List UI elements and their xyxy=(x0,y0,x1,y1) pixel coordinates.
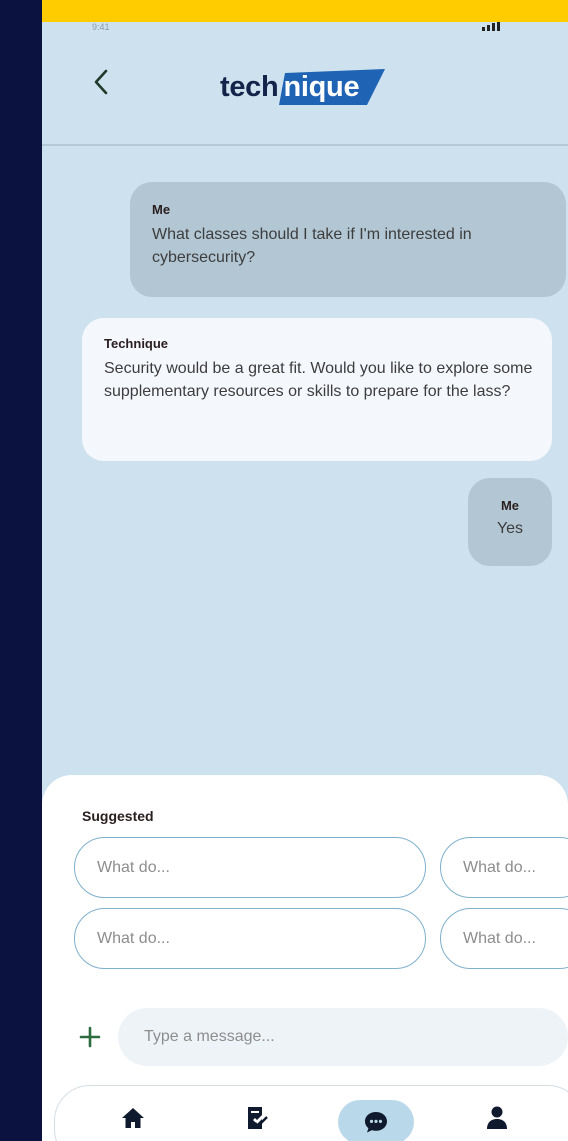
tasks-icon xyxy=(248,1107,268,1129)
suggestion-chip[interactable]: What do... xyxy=(440,837,568,898)
message-text: Security would be a great fit. Would you… xyxy=(104,360,533,400)
bottom-nav xyxy=(54,1085,568,1141)
message-text: Yes xyxy=(496,520,524,537)
suggested-label: Suggested xyxy=(82,808,154,824)
outer-background xyxy=(0,0,42,1141)
nav-chat[interactable] xyxy=(338,1100,414,1141)
logo-nique-badge: nique xyxy=(279,67,386,107)
bot-message: Technique Security would be a great fit.… xyxy=(82,318,552,461)
message-input[interactable] xyxy=(118,1008,568,1066)
profile-icon xyxy=(487,1106,507,1129)
chevron-left-icon xyxy=(94,69,108,95)
nav-tasks[interactable] xyxy=(235,1096,279,1140)
my-message: Me What classes should I take if I'm int… xyxy=(130,182,566,297)
back-button[interactable] xyxy=(86,62,116,102)
bottom-sheet: Suggested What do... What do... What do.… xyxy=(42,775,568,1141)
header-divider xyxy=(42,144,568,146)
phone-screen: 9:41 tech nique Me What classes should I… xyxy=(42,0,568,1141)
logo-tech: tech xyxy=(220,70,279,103)
chat-icon xyxy=(365,1112,387,1133)
plus-icon xyxy=(79,1026,101,1048)
logo: tech nique xyxy=(220,64,386,110)
home-icon xyxy=(122,1108,144,1128)
attach-button[interactable] xyxy=(76,1023,104,1051)
message-text: What classes should I take if I'm intere… xyxy=(152,226,472,266)
message-sender: Technique xyxy=(104,336,169,351)
nav-home[interactable] xyxy=(111,1096,155,1140)
logo-nique: nique xyxy=(283,70,360,103)
suggestion-chip[interactable]: What do... xyxy=(440,908,568,969)
suggestion-chip[interactable]: What do... xyxy=(74,837,426,898)
top-strip xyxy=(42,0,568,22)
message-sender: Me xyxy=(152,202,171,217)
my-message: Me Yes xyxy=(468,478,552,566)
nav-profile[interactable] xyxy=(475,1096,519,1140)
message-sender: Me xyxy=(500,498,520,513)
suggestion-chip[interactable]: What do... xyxy=(74,908,426,969)
